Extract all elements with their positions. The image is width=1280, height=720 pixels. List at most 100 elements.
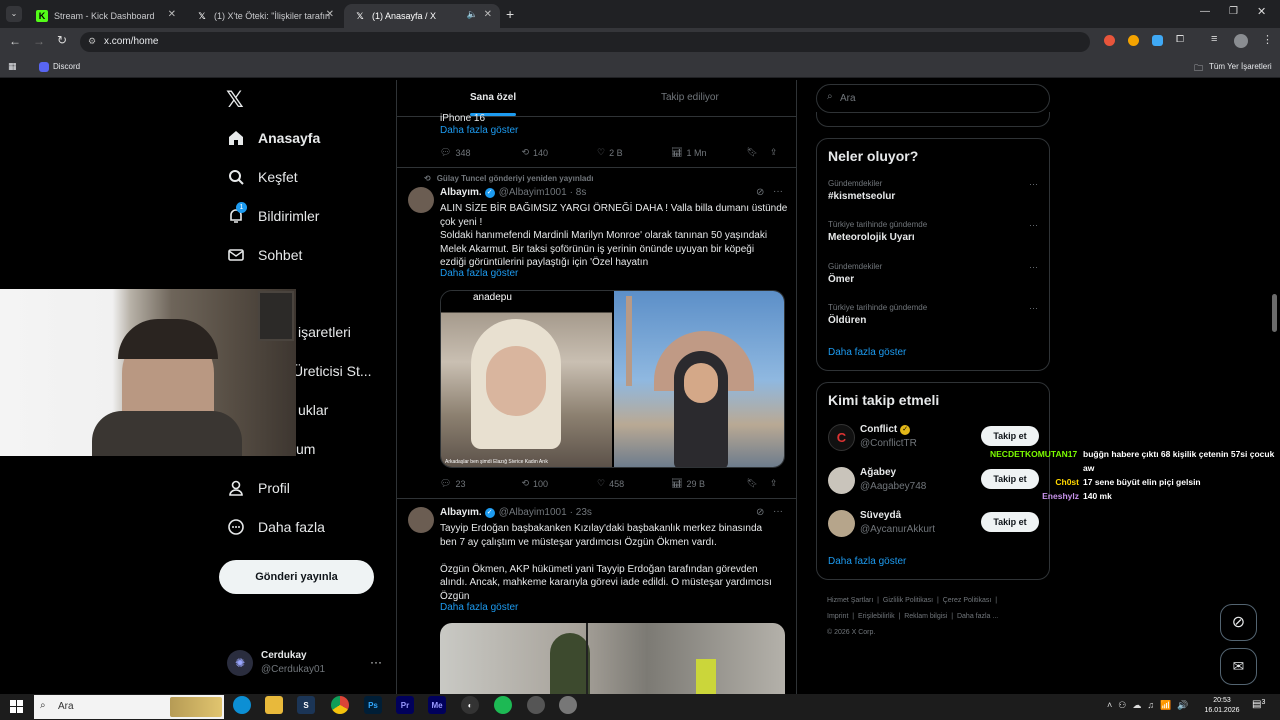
trend-item[interactable]: Türkiye tarihinde gündemde Meteorolojik … xyxy=(828,220,1038,243)
follow-button[interactable]: Takip et xyxy=(981,426,1039,446)
apps-icon[interactable]: ▦ xyxy=(8,61,17,72)
window-close-button[interactable]: ✕ xyxy=(1257,5,1266,18)
author-name[interactable]: Albayım. xyxy=(440,507,482,518)
file-explorer-icon[interactable] xyxy=(265,696,283,714)
show-more-link[interactable]: Daha fazla göster xyxy=(440,602,518,613)
profile-avatar[interactable] xyxy=(1234,34,1248,48)
nav-profile[interactable]: Profil xyxy=(226,473,290,503)
trends-show-more[interactable]: Daha fazla göster xyxy=(828,347,906,358)
post-button[interactable]: Gönderi yayınla xyxy=(219,560,374,594)
reply-icon[interactable]: 💬︎ xyxy=(440,478,451,489)
tweet-media[interactable]: anadepu Arkadaşlar ben şimdi Elazığ Sivr… xyxy=(440,290,785,468)
media-image-left[interactable]: anadepu Arkadaşlar ben şimdi Elazığ Sivr… xyxy=(441,291,612,467)
forward-icon[interactable]: → xyxy=(33,34,45,48)
photoshop-icon[interactable]: Ps xyxy=(364,696,382,714)
like-icon[interactable]: ♡ xyxy=(597,478,605,489)
reply-icon[interactable]: 💬︎ xyxy=(440,147,451,158)
grok-icon[interactable]: ⊘ xyxy=(756,187,764,198)
account-avatar[interactable]: ✺ xyxy=(227,650,253,676)
media-control-icon[interactable]: ≡ xyxy=(1211,33,1217,45)
footer-link[interactable]: Reklam bilgisi xyxy=(904,613,947,620)
extension-icon[interactable] xyxy=(1104,35,1115,46)
tweet-time[interactable]: · 23s xyxy=(570,507,592,518)
tab-for-you[interactable]: Sana özel xyxy=(470,92,516,103)
reload-icon[interactable]: ↻ xyxy=(57,33,67,47)
new-tab-button[interactable]: + xyxy=(506,6,514,22)
spotify-icon[interactable] xyxy=(494,696,512,714)
footer-link[interactable]: Gizlilik Politikası xyxy=(883,597,933,604)
page-scrollbar[interactable] xyxy=(1272,294,1277,332)
footer-link[interactable]: Daha fazla ... xyxy=(957,613,998,620)
nav-bookmarks[interactable]: işaretleri xyxy=(298,317,351,347)
tweet-menu-icon[interactable]: ··· xyxy=(773,506,783,517)
nav-premium[interactable]: um xyxy=(296,434,315,464)
footer-link[interactable]: Imprint xyxy=(827,613,848,620)
footer-link[interactable]: Erişilebilirlik xyxy=(858,613,895,620)
trend-menu-icon[interactable]: ··· xyxy=(1029,179,1038,189)
nav-home[interactable]: Anasayfa xyxy=(226,123,320,153)
app-icon[interactable] xyxy=(559,696,577,714)
taskbar-search[interactable]: ⌕ Ara xyxy=(34,695,224,719)
author-handle[interactable]: @Albayim1001 xyxy=(499,507,567,518)
tray-icons[interactable]: ˄⚇☁♫📶🔊 xyxy=(1107,700,1195,711)
x-logo-icon[interactable]: 𝕏 xyxy=(226,87,244,113)
repost-icon[interactable]: ⟲ xyxy=(521,147,529,158)
chrome-icon[interactable] xyxy=(331,696,349,714)
trend-menu-icon[interactable]: ··· xyxy=(1029,303,1038,313)
tweet-media[interactable] xyxy=(440,623,785,694)
nav-more[interactable]: Daha fazla xyxy=(226,512,325,542)
follow-button[interactable]: Takip et xyxy=(981,512,1039,532)
menu-icon[interactable]: ⋮ xyxy=(1262,33,1273,46)
trend-item[interactable]: Gündemdekiler #kismetseolur ··· xyxy=(828,179,1038,202)
author-name[interactable]: Albayım. xyxy=(440,187,482,198)
premiere-icon[interactable]: Pr xyxy=(396,696,414,714)
app-icon[interactable] xyxy=(527,696,545,714)
all-bookmarks[interactable]: Tüm Yer İşaretleri xyxy=(1209,62,1272,71)
grok-icon[interactable]: ⊘ xyxy=(756,507,764,518)
close-icon[interactable]: ✕ xyxy=(484,9,492,20)
close-icon[interactable]: ✕ xyxy=(326,9,334,20)
search-box[interactable]: ⌕ Ara xyxy=(816,84,1050,113)
notification-center-icon[interactable]: ▤3 xyxy=(1252,699,1265,710)
tweet-avatar[interactable] xyxy=(408,507,434,533)
trend-menu-icon[interactable]: ··· xyxy=(1029,220,1038,230)
media-encoder-icon[interactable]: Me xyxy=(428,696,446,714)
restore-button[interactable]: ❐ xyxy=(1229,6,1238,17)
clock[interactable]: 20:53 16.01.2026 xyxy=(1200,696,1244,716)
bookmark-icon[interactable]: 🔖︎ xyxy=(747,147,758,158)
show-more-link[interactable]: Daha fazla göster xyxy=(440,125,518,136)
follow-avatar[interactable] xyxy=(828,467,855,494)
windows-start-icon[interactable] xyxy=(10,700,23,713)
follow-name[interactable]: Süveydâ xyxy=(860,510,901,521)
views-icon[interactable]: 📊︎ xyxy=(671,147,682,158)
nav-notifications[interactable]: 1 Bildirimler xyxy=(226,201,319,231)
steam-icon[interactable]: S xyxy=(297,696,315,714)
extension-icon[interactable] xyxy=(1128,35,1139,46)
trend-item[interactable]: Türkiye tarihinde gündemde Öldüren ··· xyxy=(828,303,1038,326)
messages-floating-button[interactable]: ✉ xyxy=(1220,648,1257,685)
bookmark-icon[interactable]: 🔖︎ xyxy=(747,478,758,489)
follow-name[interactable]: Conflict ✓ xyxy=(860,424,911,435)
speaker-icon[interactable]: 🔈 xyxy=(467,9,478,20)
tab-x-other[interactable]: 𝕏 (1) X'te Öteki: "İlişkiler tarafından … xyxy=(186,4,342,28)
share-icon[interactable]: ⇪ xyxy=(770,147,778,158)
trend-menu-icon[interactable]: ··· xyxy=(1029,262,1038,272)
follow-show-more[interactable]: Daha fazla göster xyxy=(828,556,906,567)
repost-icon[interactable]: ⟲ xyxy=(521,478,529,489)
nav-chat[interactable]: Sohbet xyxy=(226,240,302,270)
back-icon[interactable]: ← xyxy=(9,34,21,48)
address-bar[interactable]: ⚙ x.com/home xyxy=(80,32,1090,52)
tweet-avatar[interactable] xyxy=(408,187,434,213)
nav-communities[interactable]: uklar xyxy=(298,395,328,425)
close-icon[interactable]: ✕ xyxy=(168,9,176,20)
like-icon[interactable]: ♡ xyxy=(597,147,605,158)
tweet-time[interactable]: · 8s xyxy=(570,187,587,198)
views-icon[interactable]: 📊︎ xyxy=(671,478,682,489)
trend-item[interactable]: Gündemdekiler Ömer ··· xyxy=(828,262,1038,285)
tab-search-button[interactable]: ⌄ xyxy=(6,6,22,22)
footer-link[interactable]: Hizmet Şartları xyxy=(827,597,873,604)
show-more-link[interactable]: Daha fazla göster xyxy=(440,268,518,279)
edge-icon[interactable] xyxy=(233,696,251,714)
footer-link[interactable]: Çerez Politikası xyxy=(943,597,992,604)
grok-floating-button[interactable]: ⊘ xyxy=(1220,604,1257,641)
